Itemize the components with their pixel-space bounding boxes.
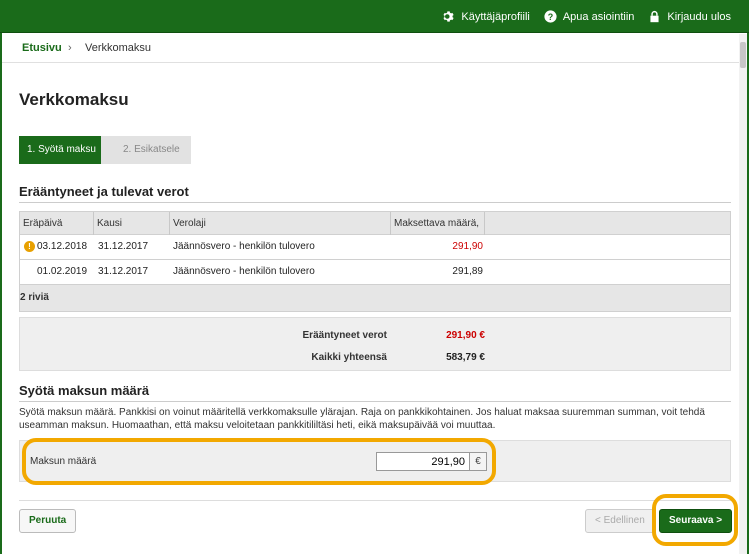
column-tax-type[interactable]: Verolaji [170,212,391,235]
warning-icon: ! [24,241,35,252]
gear-icon [443,11,454,22]
frame-left-border [0,33,2,554]
totals-summary: Erääntyneet verot 291,90 € Kaikki yhteen… [19,317,731,371]
step-enter-payment: 1. Syötä maksu [19,136,115,164]
column-amount[interactable]: Maksettava määrä, [391,212,485,235]
breadcrumb: Etusivu › Verkkomaksu [2,34,747,63]
row-period: 31.12.2017 [98,266,149,277]
row-tax-type: Jäännösvero - henkilön tulovero [173,266,315,277]
breadcrumb-separator: › [68,42,72,54]
row-due-date: 01.02.2019 [37,266,88,277]
scrollbar-thumb[interactable] [740,42,746,68]
help-link[interactable]: ? Apua asiointiin [544,10,635,23]
footer-divider [19,500,731,501]
top-bar: Käyttäjäprofiili ? Apua asiointiin Kirja… [0,0,749,33]
overdue-total-label: Erääntyneet verot [302,330,387,341]
page-title: Verkkomaksu [19,90,129,109]
top-links: Käyttäjäprofiili ? Apua asiointiin Kirja… [442,0,731,33]
due-taxes-heading: Erääntyneet ja tulevat verot [19,184,189,199]
highlight-next-button [652,494,738,546]
section-divider [19,401,731,402]
grand-total-value: 583,79 € [446,352,485,363]
row-tax-type: Jäännösvero - henkilön tulovero [173,241,315,252]
highlight-amount-field [22,438,496,485]
row-amount: 291,89 [452,266,483,277]
wizard-steps: 1. Syötä maksu 2. Esikatsele [19,136,191,164]
vertical-scrollbar[interactable] [739,34,747,554]
previous-button[interactable]: < Edellinen [585,509,655,533]
breadcrumb-home-link[interactable]: Etusivu [22,42,62,54]
payment-amount-heading: Syötä maksun määrä [19,383,150,398]
column-period[interactable]: Kausi [94,212,170,235]
due-taxes-table: Eräpäivä Kausi Verolaji Maksettava määrä… [19,211,731,312]
logout-label: Kirjaudu ulos [667,10,731,23]
section-divider [19,202,731,203]
payment-info-text: Syötä maksun määrä. Pankkisi on voinut m… [19,407,705,431]
logout-link[interactable]: Kirjaudu ulos [648,10,731,23]
user-profile-label: Käyttäjäprofiili [461,10,530,23]
table-row: 01.02.2019 31.12.2017 Jäännösvero - henk… [20,260,730,285]
table-footer: 2 riviä [20,285,730,311]
breadcrumb-current: Verkkomaksu [85,42,152,54]
table-row: ! 03.12.2018 31.12.2017 Jäännösvero - he… [20,235,730,260]
lock-icon [650,10,659,23]
cancel-button[interactable]: Peruuta [19,509,77,533]
help-label: Apua asiointiin [562,10,635,23]
row-due-date: 03.12.2018 [37,241,88,252]
grand-total-label: Kaikki yhteensä [311,352,387,363]
row-amount: 291,90 [452,241,483,252]
row-count: 2 riviä [20,292,49,303]
help-icon: ? [544,10,557,23]
row-period: 31.12.2017 [98,241,149,252]
step-preview: 2. Esikatsele [101,136,191,164]
table-header: Eräpäivä Kausi Verolaji Maksettava määrä… [20,211,730,235]
column-due-date[interactable]: Eräpäivä [20,212,94,235]
overdue-total-value: 291,90 € [446,330,485,341]
user-profile-link[interactable]: Käyttäjäprofiili [442,10,530,23]
svg-text:?: ? [548,12,553,22]
